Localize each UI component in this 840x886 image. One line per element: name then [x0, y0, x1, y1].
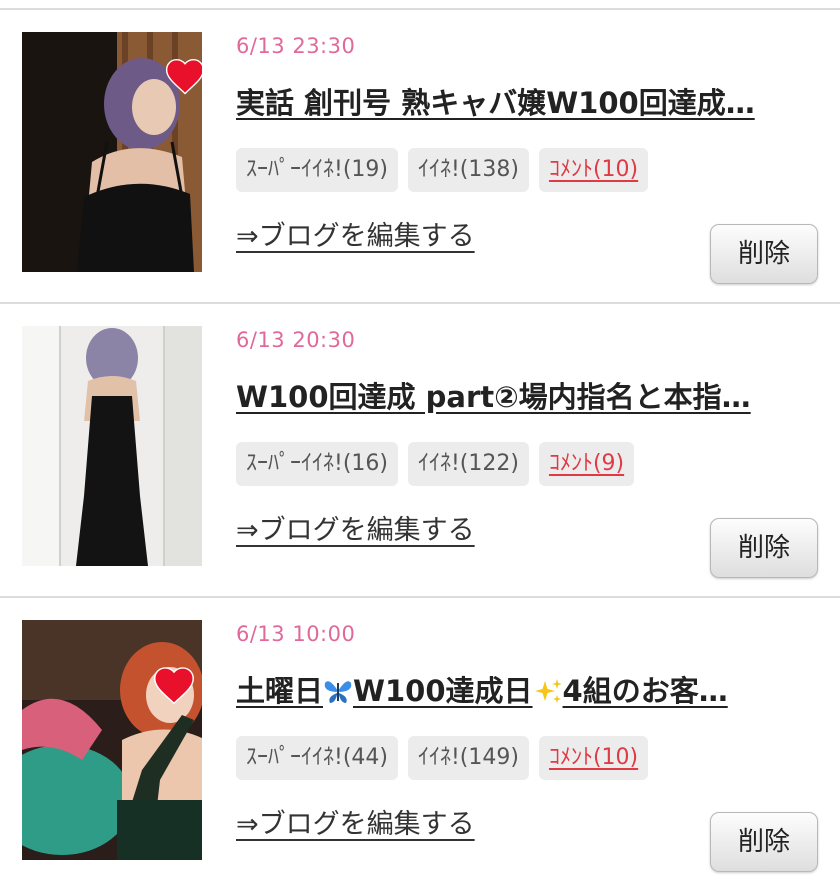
butterfly-icon [324, 681, 352, 703]
reaction-tags: ｽｰﾊﾟｰｲｲﾈ!(44) ｲｲﾈ!(149) ｺﾒﾝﾄ(10) [236, 736, 649, 780]
entry-thumbnail[interactable] [22, 326, 202, 566]
entry-title-part: 土曜日 [236, 674, 324, 708]
heart-icon [154, 667, 194, 705]
entry-title[interactable]: 実話 創刊号 熟キャバ嬢W100回達成… [236, 80, 816, 122]
blog-entry: 6/13 10:00 土曜日 W100達成日 4組のお客… ｽｰﾊﾟｰｲｲﾈ!(… [0, 598, 840, 872]
delete-button[interactable]: 削除 [710, 812, 818, 872]
blog-entry: 6/13 20:30 W100回達成 part②場内指名と本指… ｽｰﾊﾟｰｲｲ… [0, 304, 840, 578]
entry-date: 6/13 10:00 [236, 622, 356, 646]
reaction-tags: ｽｰﾊﾟｰｲｲﾈ!(19) ｲｲﾈ!(138) ｺﾒﾝﾄ(10) [236, 148, 649, 192]
comment-link[interactable]: ｺﾒﾝﾄ(10) [538, 148, 649, 192]
entry-date: 6/13 20:30 [236, 328, 356, 352]
super-like-count: ｽｰﾊﾟｰｲｲﾈ!(19) [236, 148, 398, 192]
heart-icon [165, 59, 202, 95]
sparkles-icon [534, 679, 562, 703]
super-like-count: ｽｰﾊﾟｰｲｲﾈ!(16) [236, 442, 398, 486]
comment-link[interactable]: ｺﾒﾝﾄ(9) [538, 442, 635, 486]
entry-date: 6/13 23:30 [236, 34, 356, 58]
delete-button[interactable]: 削除 [710, 518, 818, 578]
entry-title[interactable]: W100回達成 part②場内指名と本指… [236, 374, 816, 416]
edit-blog-link[interactable]: ⇒ブログを編集する [236, 802, 475, 841]
entry-thumbnail[interactable] [22, 32, 202, 272]
entry-thumbnail[interactable] [22, 620, 202, 860]
entry-title[interactable]: 土曜日 W100達成日 4組のお客… [236, 668, 816, 710]
like-count: ｲｲﾈ!(122) [407, 442, 529, 486]
delete-button[interactable]: 削除 [710, 224, 818, 284]
blog-entry-list: 6/13 23:30 実話 創刊号 熟キャバ嬢W100回達成… ｽｰﾊﾟｰｲｲﾈ… [0, 0, 840, 886]
like-count: ｲｲﾈ!(138) [407, 148, 529, 192]
edit-blog-link[interactable]: ⇒ブログを編集する [236, 214, 475, 253]
like-count: ｲｲﾈ!(149) [407, 736, 529, 780]
reaction-tags: ｽｰﾊﾟｰｲｲﾈ!(16) ｲｲﾈ!(122) ｺﾒﾝﾄ(9) [236, 442, 635, 486]
super-like-count: ｽｰﾊﾟｰｲｲﾈ!(44) [236, 736, 398, 780]
entry-title-part: W100達成日 [353, 674, 533, 708]
entry-title-part: 4組のお客… [562, 674, 728, 708]
blog-entry: 6/13 23:30 実話 創刊号 熟キャバ嬢W100回達成… ｽｰﾊﾟｰｲｲﾈ… [0, 10, 840, 284]
comment-link[interactable]: ｺﾒﾝﾄ(10) [538, 736, 649, 780]
edit-blog-link[interactable]: ⇒ブログを編集する [236, 508, 475, 547]
